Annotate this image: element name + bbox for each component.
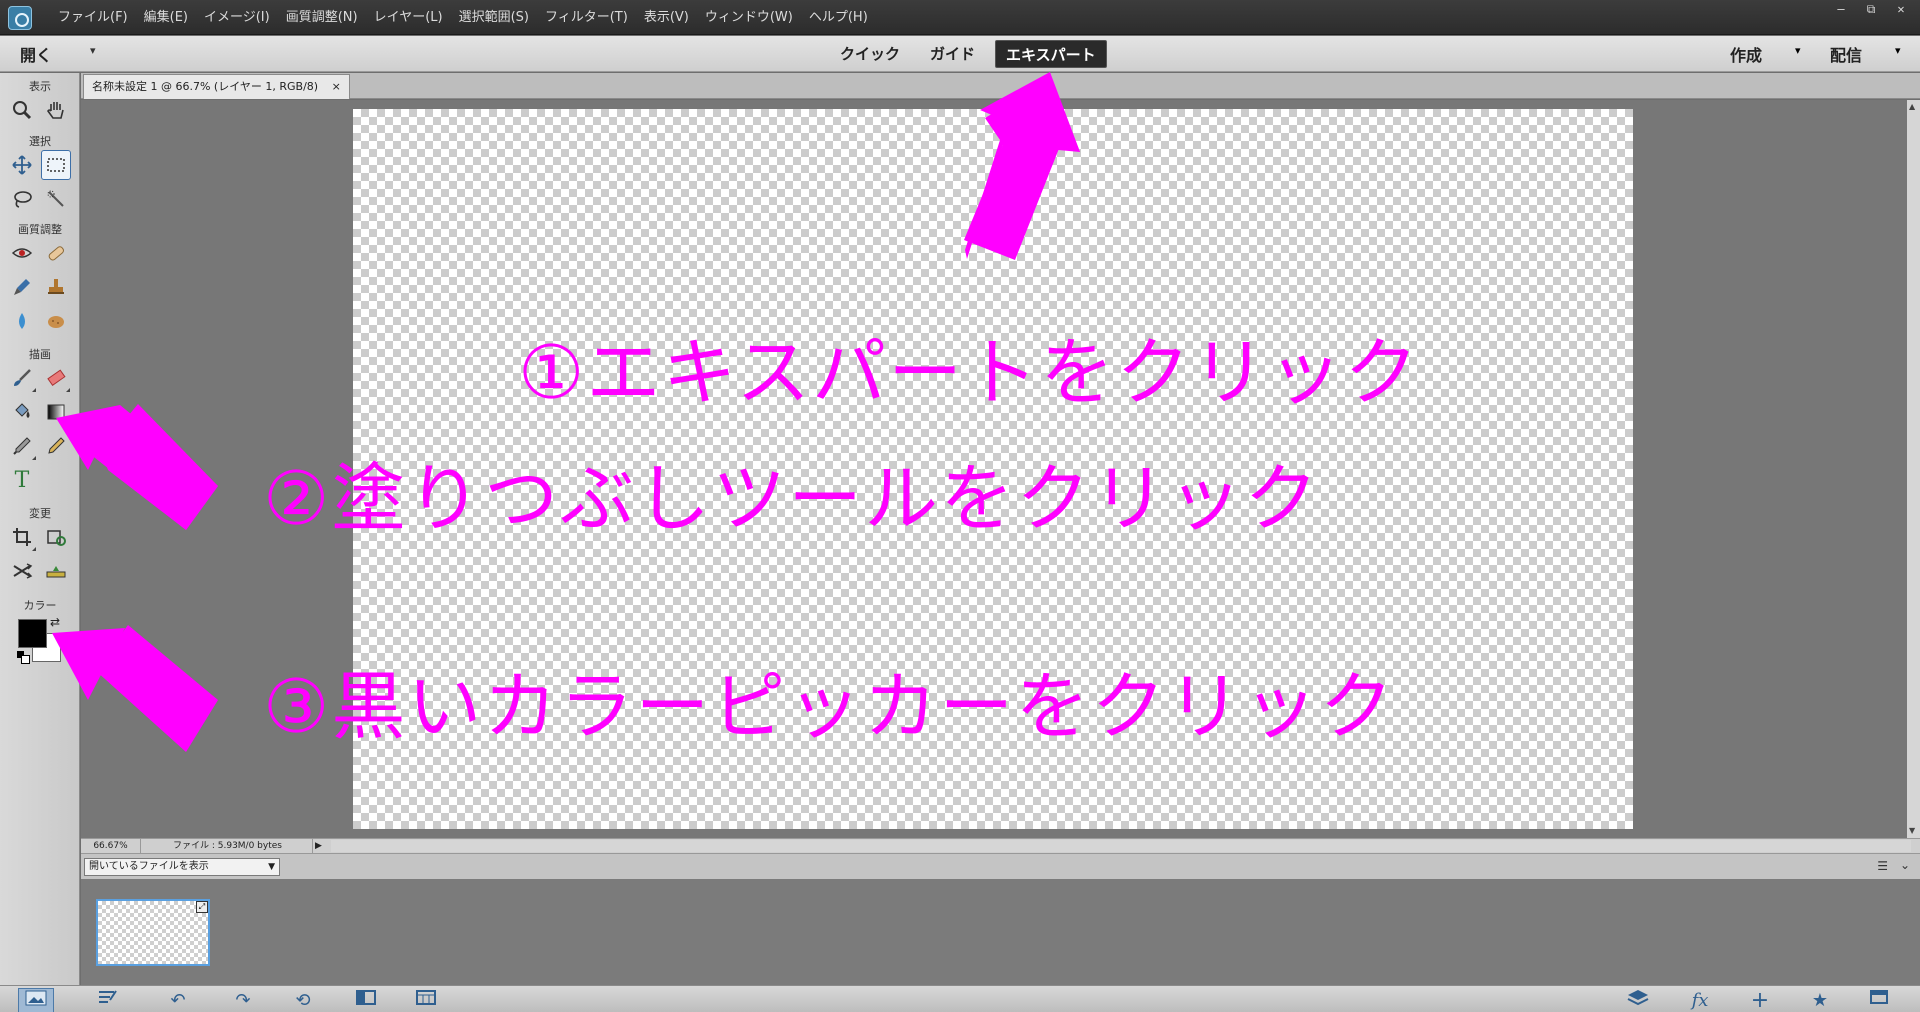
photo-bin-select-value: 開いているファイルを表示	[89, 861, 209, 872]
zoom-icon[interactable]	[7, 95, 37, 125]
menu-window[interactable]: ウィンドウ(W)	[697, 0, 801, 35]
rotate-icon[interactable]: ⟲	[285, 988, 321, 1012]
menu-help[interactable]: ヘルプ(H)	[801, 0, 876, 35]
window-controls: – ⧉ ✕	[1828, 2, 1914, 18]
eyedropper-icon[interactable]	[7, 431, 37, 461]
status-menu-arrow-icon[interactable]: ▶	[315, 839, 322, 853]
swap-colors-icon[interactable]: ⇄	[50, 615, 60, 629]
scroll-up-icon[interactable]: ▲	[1909, 102, 1915, 111]
section-enhance-label: 画質調整	[18, 223, 62, 236]
spot-healing-icon[interactable]	[41, 238, 71, 268]
share-dropdown-icon[interactable]: ▾	[1895, 44, 1901, 57]
menu-image[interactable]: イメージ(I)	[196, 0, 278, 35]
select-arrow-icon: ▼	[268, 862, 275, 872]
section-color-label: カラー	[23, 599, 57, 612]
photo-bin-source-select[interactable]: 開いているファイルを表示 ▼	[84, 858, 280, 876]
effects-panel-icon[interactable]: fx	[1682, 988, 1718, 1012]
toolbox: 表示 選択 画質調整 描画 T 変更 カラー ⇄	[0, 73, 80, 985]
organizer-icon[interactable]	[408, 988, 444, 1012]
clone-stamp-icon[interactable]	[41, 272, 71, 302]
horizontal-scrollbar[interactable]	[331, 840, 1911, 852]
hand-icon[interactable]	[41, 95, 71, 125]
crop-icon[interactable]	[7, 522, 37, 552]
vertical-scrollbar[interactable]	[1907, 100, 1920, 838]
share-button[interactable]: 配信	[1830, 42, 1862, 66]
favorites-star-icon[interactable]: ★	[1802, 988, 1838, 1012]
mode-bar: 開く ▾ クイック ガイド エキスパート 作成 ▾ 配信 ▾	[0, 36, 1920, 72]
tab-guided[interactable]: ガイド	[920, 40, 985, 68]
default-colors-icon[interactable]	[17, 651, 30, 664]
menu-enhance[interactable]: 画質調整(N)	[278, 0, 366, 35]
blur-icon[interactable]	[7, 306, 37, 336]
type-icon[interactable]: T	[7, 465, 37, 495]
eraser-icon[interactable]	[41, 363, 71, 393]
menu-select[interactable]: 選択範囲(S)	[451, 0, 537, 35]
more-panels-icon[interactable]	[1862, 988, 1898, 1012]
menu-bar: ファイル(F) 編集(E) イメージ(I) 画質調整(N) レイヤー(L) 選択…	[0, 0, 1920, 35]
paint-bucket-icon[interactable]	[7, 397, 37, 427]
menu-layer[interactable]: レイヤー(L)	[366, 0, 451, 35]
recompose-icon[interactable]	[41, 522, 71, 552]
annotation-step-3: ③黒いカラーピッカーをクリック	[263, 664, 1396, 750]
document-thumbnail[interactable]: ⤢	[96, 899, 210, 966]
straighten-icon[interactable]	[41, 556, 71, 586]
file-info: ファイル : 5.93M/0 bytes	[143, 839, 313, 853]
layout-icon[interactable]	[348, 988, 384, 1012]
task-bar: ↶ ↷ ⟲ fx + ★	[0, 985, 1920, 1012]
document-tab-bar: 名称未設定 1 @ 66.7% (レイヤー 1, RGB/8) ×	[81, 73, 1920, 99]
menu-view[interactable]: 表示(V)	[636, 0, 697, 35]
open-button[interactable]: 開く	[20, 42, 52, 66]
photo-bin: ⤢	[81, 879, 1920, 985]
menu-items: ファイル(F) 編集(E) イメージ(I) 画質調整(N) レイヤー(L) 選択…	[50, 0, 876, 35]
marquee-icon[interactable]	[41, 150, 71, 180]
annotation-step-1: ①エキスパートをクリック	[518, 330, 1421, 416]
add-panel-icon[interactable]: +	[1742, 988, 1778, 1012]
photoshop-elements-window: ファイル(F) 編集(E) イメージ(I) 画質調整(N) レイヤー(L) 選択…	[0, 0, 1920, 1012]
quick-selection-icon[interactable]	[41, 184, 71, 214]
thumbnail-badge-icon: ⤢	[196, 901, 208, 913]
menu-edit[interactable]: 編集(E)	[136, 0, 196, 35]
scroll-down-icon[interactable]: ▼	[1909, 826, 1915, 835]
document-tab-title: 名称未設定 1 @ 66.7% (レイヤー 1, RGB/8)	[92, 80, 319, 93]
layers-panel-icon[interactable]	[1620, 988, 1656, 1012]
status-bar: 66.67% ファイル : 5.93M/0 bytes ▶	[81, 838, 1920, 853]
pencil-icon[interactable]	[41, 431, 71, 461]
app-logo-icon	[8, 6, 32, 30]
undo-icon[interactable]: ↶	[160, 988, 196, 1012]
section-draw-label: 描画	[29, 348, 51, 361]
chevron-down-icon[interactable]: ⌄	[1900, 858, 1910, 872]
redo-icon[interactable]: ↷	[225, 988, 261, 1012]
photo-bin-header: 開いているファイルを表示 ▼ ☰ ⌄	[81, 853, 1920, 879]
lasso-icon[interactable]	[7, 184, 37, 214]
photo-bin-button[interactable]	[18, 988, 54, 1012]
menu-filter[interactable]: フィルター(T)	[537, 0, 636, 35]
section-view-label: 表示	[29, 80, 51, 93]
document-close-icon[interactable]: ×	[332, 80, 341, 93]
move-icon[interactable]	[7, 150, 37, 180]
close-button[interactable]: ✕	[1888, 2, 1914, 18]
annotation-step-2: ②塗りつぶしツールをクリック	[263, 456, 1321, 542]
menu-file[interactable]: ファイル(F)	[50, 0, 136, 35]
document-tab[interactable]: 名称未設定 1 @ 66.7% (レイヤー 1, RGB/8) ×	[83, 74, 350, 99]
gradient-icon[interactable]	[41, 397, 71, 427]
zoom-readout[interactable]: 66.67%	[81, 839, 141, 853]
brush-icon[interactable]	[7, 363, 37, 393]
tab-expert[interactable]: エキスパート	[995, 40, 1107, 68]
bin-options-icon[interactable]: ☰	[1877, 859, 1888, 873]
create-dropdown-icon[interactable]: ▾	[1795, 44, 1801, 57]
create-button[interactable]: 作成	[1730, 42, 1762, 66]
smart-brush-icon[interactable]	[7, 272, 37, 302]
tab-quick[interactable]: クイック	[830, 40, 910, 68]
content-aware-move-icon[interactable]	[7, 556, 37, 586]
foreground-color-swatch[interactable]	[18, 619, 47, 648]
section-modify-label: 変更	[29, 507, 51, 520]
restore-button[interactable]: ⧉	[1858, 2, 1884, 18]
minimize-button[interactable]: –	[1828, 2, 1854, 18]
open-dropdown-icon[interactable]: ▾	[90, 44, 96, 57]
red-eye-icon[interactable]	[7, 238, 37, 268]
section-select-label: 選択	[29, 135, 51, 148]
mode-tabs: クイック ガイド エキスパート	[830, 40, 1107, 68]
sponge-icon[interactable]	[41, 306, 71, 336]
tool-options-button[interactable]	[90, 988, 126, 1012]
